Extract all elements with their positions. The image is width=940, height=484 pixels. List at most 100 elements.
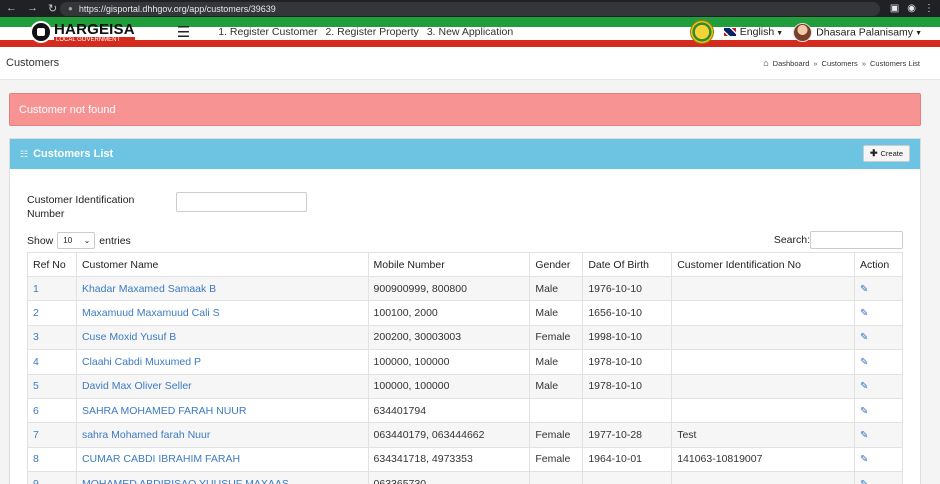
ref-no-link[interactable]: 9 <box>27 471 77 484</box>
gender: Male <box>529 275 584 302</box>
ref-no-link[interactable]: 8 <box>27 446 77 473</box>
entries-value: 10 <box>63 236 73 245</box>
customer-name-link[interactable]: CUMAR CABDI IBRAHIM FARAH <box>75 446 369 473</box>
app-header: HARGEISA LOCAL GOVERNMENT ☰ 1. Register … <box>0 17 940 47</box>
address-bar[interactable]: ● https://gisportal.dhhgov.org/app/custo… <box>60 1 880 16</box>
search-input[interactable] <box>810 231 903 249</box>
column-header-mobile-number[interactable]: Mobile Number <box>367 252 531 277</box>
column-header-ref-no[interactable]: Ref No <box>27 252 77 277</box>
customer-id-no: 141063-10819007 <box>671 446 855 473</box>
customer-name-link[interactable]: Cuse Moxid Yusuf B <box>75 324 369 351</box>
table-row: 3 Cuse Moxid Yusuf B 200200, 30003003 Fe… <box>27 324 904 351</box>
customer-id-input[interactable] <box>176 192 307 212</box>
gender: Female <box>529 324 584 351</box>
language-label: English <box>739 26 775 38</box>
customer-id-no <box>671 397 855 424</box>
create-button[interactable]: ✚ Create <box>862 145 910 162</box>
hamburger-menu-icon[interactable]: ☰ <box>177 23 190 41</box>
ref-no-link[interactable]: 6 <box>27 397 77 424</box>
ref-no-link[interactable]: 1 <box>27 275 77 302</box>
customer-id-no <box>671 471 855 484</box>
search-label: Search: <box>773 234 810 246</box>
edit-icon[interactable]: ✎ <box>860 454 868 465</box>
column-header-gender[interactable]: Gender <box>529 252 584 277</box>
forward-arrow-icon[interactable]: → <box>27 2 38 15</box>
reload-icon[interactable]: ↻ <box>48 2 57 15</box>
error-alert: Customer not found <box>9 93 921 126</box>
customer-name-link[interactable]: David Max Oliver Seller <box>75 373 369 399</box>
date-of-birth <box>582 397 673 424</box>
language-dropdown[interactable]: English ▼ <box>723 26 783 38</box>
date-of-birth: 1978-10-10 <box>582 349 673 375</box>
filter-row: Customer Identification Number <box>27 192 307 221</box>
mobile-number: 900900999, 800800 <box>367 275 531 302</box>
entries-length-control: Show 10 ⌄ entries <box>27 232 131 249</box>
home-icon: ⌂ <box>763 58 769 68</box>
date-of-birth <box>582 471 673 484</box>
mobile-number: 200200, 30003003 <box>367 324 531 351</box>
edit-icon[interactable]: ✎ <box>860 284 868 295</box>
action-cell: ✎ <box>853 275 904 302</box>
edit-icon[interactable]: ✎ <box>860 430 868 441</box>
edit-icon[interactable]: ✎ <box>860 357 868 368</box>
table-row: 4 Claahi Cabdi Muxumed P 100000, 100000 … <box>27 349 904 375</box>
url-text: https://gisportal.dhhgov.org/app/custome… <box>78 3 276 14</box>
ref-no-link[interactable]: 5 <box>27 373 77 399</box>
mobile-number: 634401794 <box>367 397 531 424</box>
more-options-icon[interactable]: ⋮ <box>924 3 934 14</box>
customers-panel: ☷ Customers List ✚ Create Customer Ident… <box>9 138 921 484</box>
customer-id-no <box>671 275 855 302</box>
customer-name-link[interactable]: SAHRA MOHAMED FARAH NUUR <box>75 397 369 424</box>
customer-name-link[interactable]: Claahi Cabdi Muxumed P <box>75 349 369 375</box>
date-of-birth: 1977-10-28 <box>582 422 673 448</box>
mobile-number: 100000, 100000 <box>367 373 531 399</box>
uk-flag-icon <box>723 28 736 37</box>
page-title: Customers <box>6 57 60 69</box>
customer-name-link[interactable]: Maxamuud Maxamuud Cali S <box>75 300 369 326</box>
browser-nav: ← → ↻ <box>6 2 60 15</box>
browser-toolbar: ← → ↻ ● https://gisportal.dhhgov.org/app… <box>0 0 940 17</box>
menu-new-application[interactable]: 3. New Application <box>427 26 513 38</box>
alert-message: Customer not found <box>19 103 116 116</box>
user-menu[interactable]: Dhasara Palanisamy ▼ <box>793 22 922 42</box>
edit-icon[interactable]: ✎ <box>860 381 868 392</box>
date-of-birth: 1656-10-10 <box>582 300 673 326</box>
filter-label: Customer Identification Number <box>27 194 135 220</box>
column-header-action: Action <box>853 252 904 277</box>
list-icon: ☷ <box>20 148 29 159</box>
menu-register-property[interactable]: 2. Register Property <box>325 26 418 38</box>
edit-icon[interactable]: ✎ <box>860 406 868 417</box>
customer-name-link[interactable]: MOHAMED ABDIRISAQ YUUSUF MAXAAS <box>75 471 369 484</box>
ref-no-link[interactable]: 4 <box>27 349 77 375</box>
sidebar-toggle-icon[interactable]: ▣ <box>890 3 899 14</box>
action-cell: ✎ <box>853 471 904 484</box>
logo-emblem-icon <box>30 21 52 43</box>
column-header-customer-id-no[interactable]: Customer Identification No <box>671 252 855 277</box>
top-menu: 1. Register Customer 2. Register Propert… <box>218 26 513 38</box>
ref-no-link[interactable]: 2 <box>27 300 77 326</box>
column-header-customer-name[interactable]: Customer Name <box>75 252 369 277</box>
breadcrumb-dashboard[interactable]: Dashboard <box>773 59 810 68</box>
ref-no-link[interactable]: 7 <box>27 422 77 448</box>
edit-icon[interactable]: ✎ <box>860 332 868 343</box>
edit-icon[interactable]: ✎ <box>860 479 868 484</box>
hargeisa-logo[interactable]: HARGEISA LOCAL GOVERNMENT <box>30 20 135 44</box>
ref-no-link[interactable]: 3 <box>27 324 77 351</box>
column-header-date-of-birth[interactable]: Date Of Birth <box>582 252 673 277</box>
entries-select[interactable]: 10 ⌄ <box>57 232 96 249</box>
profile-icon[interactable]: ◉ <box>907 3 916 14</box>
edit-icon[interactable]: ✎ <box>860 308 868 319</box>
customer-name-link[interactable]: Khadar Maxamed Samaak B <box>75 275 369 302</box>
back-arrow-icon[interactable]: ← <box>6 2 17 15</box>
browser-actions: ▣ ◉ ⋮ <box>890 3 934 14</box>
mobile-number: 100000, 100000 <box>367 349 531 375</box>
customer-name-link[interactable]: sahra Mohamed farah Nuur <box>75 422 369 448</box>
table-row: 9 MOHAMED ABDIRISAQ YUUSUF MAXAAS 063365… <box>27 471 904 484</box>
gender: Male <box>529 300 584 326</box>
action-cell: ✎ <box>853 373 904 399</box>
date-of-birth: 1964-10-01 <box>582 446 673 473</box>
menu-register-customer[interactable]: 1. Register Customer <box>218 26 317 38</box>
breadcrumb-customers[interactable]: Customers <box>822 59 858 68</box>
chevron-down-icon: ▼ <box>915 29 922 37</box>
table-row: 2 Maxamuud Maxamuud Cali S 100100, 2000 … <box>27 300 904 326</box>
